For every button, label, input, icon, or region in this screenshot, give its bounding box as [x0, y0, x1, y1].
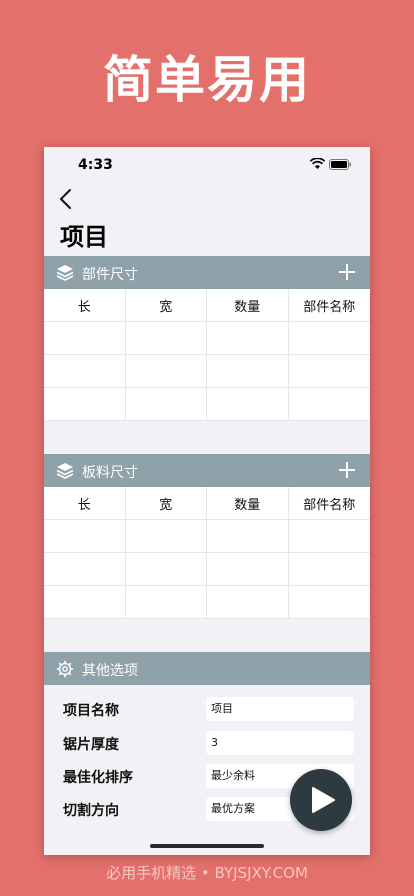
- table-cell[interactable]: [207, 553, 289, 585]
- table-row[interactable]: [44, 553, 370, 586]
- options-section-header: 其他选项: [44, 652, 370, 685]
- table-cell[interactable]: [44, 586, 126, 618]
- column-header: 数量: [207, 487, 289, 519]
- table-cell[interactable]: [289, 388, 371, 420]
- table-cell[interactable]: [126, 553, 207, 585]
- project-name-field[interactable]: 项目: [206, 697, 354, 721]
- option-row-project-name: 项目名称 项目: [44, 697, 370, 721]
- table-cell[interactable]: [126, 586, 207, 618]
- options-section-title: 其他选项: [82, 663, 138, 679]
- table-cell[interactable]: [44, 355, 126, 387]
- parts-table: 长 宽 数量 部件名称: [44, 289, 370, 421]
- option-label: 最佳化排序: [63, 770, 133, 786]
- column-header: 部件名称: [303, 299, 356, 315]
- parts-section-header: 部件尺寸: [44, 256, 370, 289]
- column-header: 宽: [126, 487, 207, 519]
- board-table: 长 宽 数量 部件名称: [44, 487, 370, 619]
- table-cell[interactable]: [126, 355, 207, 387]
- table-row[interactable]: [44, 322, 370, 355]
- table-row[interactable]: [44, 355, 370, 388]
- board-section-title: 板料尺寸: [82, 465, 138, 481]
- page-title: 项目: [60, 223, 108, 251]
- table-cell[interactable]: [44, 388, 126, 420]
- table-cell[interactable]: [44, 322, 126, 354]
- table-cell[interactable]: [289, 355, 371, 387]
- layers-icon: [56, 463, 74, 479]
- table-row[interactable]: [44, 388, 370, 421]
- column-header: 宽: [126, 289, 207, 321]
- table-cell[interactable]: [289, 322, 371, 354]
- headline: 简单易用: [103, 51, 311, 109]
- table-cell[interactable]: [207, 355, 289, 387]
- column-header: 数量: [207, 289, 289, 321]
- table-cell[interactable]: [207, 520, 289, 552]
- home-indicator: [150, 844, 264, 848]
- column-header: 长: [44, 289, 126, 321]
- status-time: 4:33: [78, 157, 113, 173]
- column-header: 部件名称: [303, 497, 356, 513]
- back-chevron-icon[interactable]: [56, 187, 76, 211]
- table-cell[interactable]: [207, 586, 289, 618]
- option-label: 切割方向: [63, 803, 119, 819]
- layers-icon: [56, 265, 74, 281]
- column-header: 长: [44, 487, 126, 519]
- table-cell[interactable]: [289, 520, 371, 552]
- table-cell[interactable]: [44, 520, 126, 552]
- wifi-icon: [310, 158, 325, 169]
- table-cell[interactable]: [126, 322, 207, 354]
- gear-icon: [56, 660, 74, 678]
- status-bar: 4:33: [44, 147, 370, 183]
- battery-icon: [329, 159, 351, 170]
- blade-thickness-field[interactable]: 3: [206, 731, 354, 755]
- add-part-button[interactable]: [338, 263, 356, 281]
- watermark: 必用手机精选 • BYJSJXY.COM: [106, 864, 308, 882]
- table-cell[interactable]: [126, 388, 207, 420]
- option-label: 锯片厚度: [63, 737, 119, 753]
- table-cell[interactable]: [289, 586, 371, 618]
- phone-screen: 4:33 项目 部件尺寸 长 宽 数量 部件名称 板料尺寸 长 宽 数量 部件名…: [44, 147, 370, 855]
- table-header-row: 长 宽 数量 部件名称: [44, 487, 370, 520]
- table-row[interactable]: [44, 586, 370, 619]
- play-icon: [312, 787, 335, 813]
- table-cell[interactable]: [126, 520, 207, 552]
- add-board-button[interactable]: [338, 461, 356, 479]
- option-label: 项目名称: [63, 703, 119, 719]
- board-section-header: 板料尺寸: [44, 454, 370, 487]
- play-button[interactable]: [290, 769, 352, 831]
- parts-section-title: 部件尺寸: [82, 267, 138, 283]
- table-header-row: 长 宽 数量 部件名称: [44, 289, 370, 322]
- table-row[interactable]: [44, 520, 370, 553]
- table-cell[interactable]: [207, 388, 289, 420]
- option-row-blade-thickness: 锯片厚度 3: [44, 731, 370, 755]
- table-cell[interactable]: [207, 322, 289, 354]
- table-cell[interactable]: [289, 553, 371, 585]
- table-cell[interactable]: [44, 553, 126, 585]
